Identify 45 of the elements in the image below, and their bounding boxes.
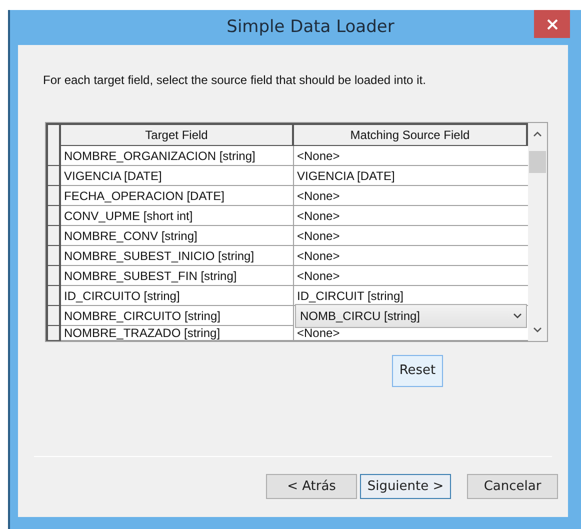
row-header[interactable] [46,146,61,166]
row-header[interactable] [46,206,61,226]
scroll-down-icon[interactable] [533,327,542,333]
table-cell: NOMBRE_SUBEST_INICIO [string] [61,246,294,266]
row-header[interactable] [46,166,61,186]
nav-button[interactable]: < Atrás [266,474,357,499]
row-header[interactable] [46,326,61,341]
row-header[interactable] [46,306,61,326]
row-header[interactable] [46,226,61,246]
close-button[interactable] [534,10,570,38]
table-cell[interactable]: <None> [294,226,528,246]
dropdown-value: NOMB_CIRCU [string] [300,308,420,325]
column-header: Matching Source Field [294,125,528,146]
vertical-scrollbar[interactable] [528,123,547,341]
table-cell: VIGENCIA [DATE] [61,166,294,186]
chevron-down-icon [513,313,522,319]
table-cell[interactable]: <None> [294,246,528,266]
column-header: Target Field [61,125,294,146]
table-cell: FECHA_OPERACION [DATE] [61,186,294,206]
nav-button[interactable]: Cancelar [467,474,558,499]
source-dropdown[interactable]: NOMB_CIRCU [string] [295,304,527,328]
table-cell: ID_CIRCUITO [string] [61,286,294,306]
table-cell[interactable]: <None> [294,326,528,341]
table-cell: NOMBRE_CONV [string] [61,226,294,246]
nav-button[interactable]: Siguiente > [360,474,451,499]
table-cell: NOMBRE_CIRCUITO [string] [61,306,294,326]
table-cell[interactable]: <None> [294,206,528,226]
table-cell[interactable]: <None> [294,146,528,166]
table-cell: NOMBRE_ORGANIZACION [string] [61,146,294,166]
row-header[interactable] [46,266,61,286]
table-cell: NOMBRE_SUBEST_FIN [string] [61,266,294,286]
table-cell[interactable]: <None> [294,186,528,206]
instruction-text: For each target field, select the source field that should be loaded into it. [43,72,427,89]
table-cell[interactable]: <None> [294,266,528,286]
scroll-thumb[interactable] [529,151,546,173]
row-header[interactable] [46,286,61,306]
table-cell: CONV_UPME [short int] [61,206,294,226]
reset-button[interactable]: Reset [392,355,443,387]
table-cell[interactable]: VIGENCIA [DATE] [294,166,528,186]
scroll-up-icon[interactable] [533,131,542,137]
row-header[interactable] [46,186,61,206]
table-cell: NOMBRE_TRAZADO [string] [61,326,294,341]
row-header[interactable] [46,246,61,266]
window-title: Simple Data Loader [226,16,394,39]
close-icon [546,18,558,30]
